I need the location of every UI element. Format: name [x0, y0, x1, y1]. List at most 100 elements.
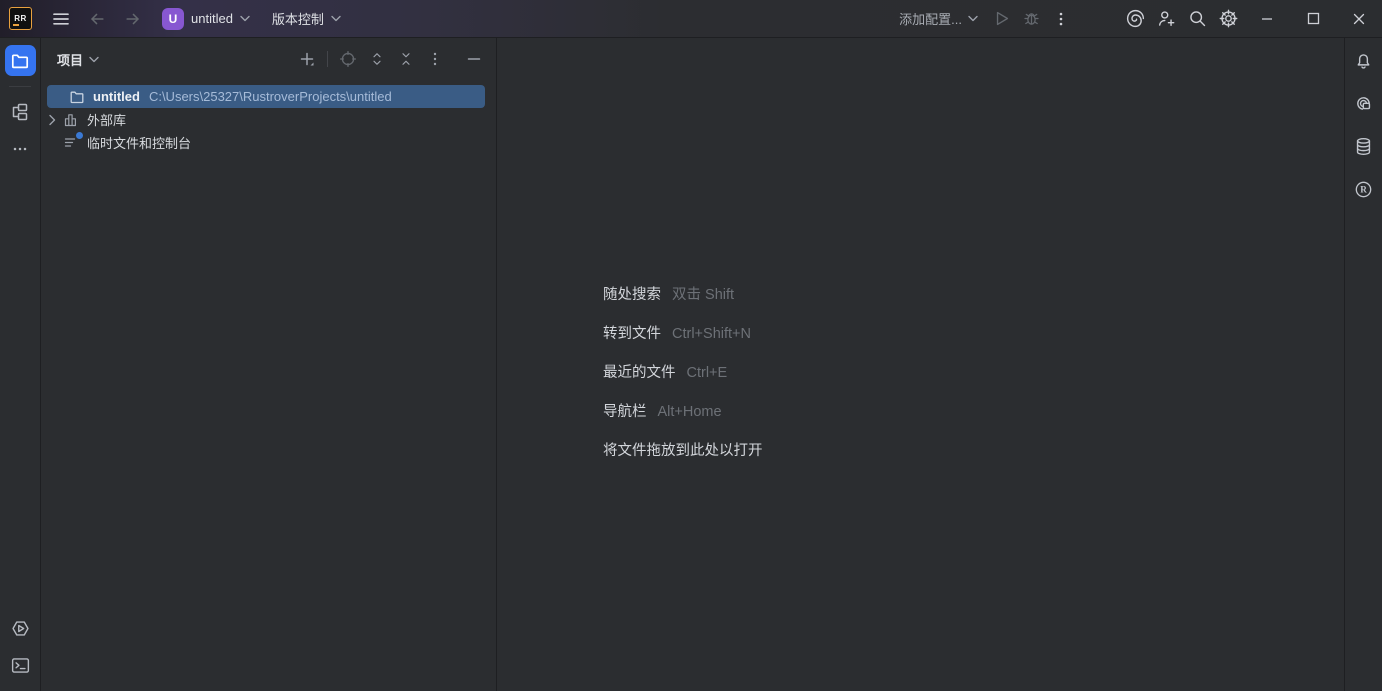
editor-empty-area: 随处搜索 双击 Shift 转到文件 Ctrl+Shift+N 最近的文件 Ct… — [497, 38, 1344, 691]
run-button[interactable] — [986, 4, 1016, 34]
tree-row-project-root[interactable]: untitled C:\Users\25327\RustroverProject… — [47, 85, 485, 108]
gear-icon — [1218, 8, 1239, 29]
back-button[interactable] — [82, 4, 112, 34]
shortcut-keys: Ctrl+Shift+N — [672, 326, 751, 342]
ai-assistant-button[interactable] — [1120, 4, 1151, 34]
window-maximize-button[interactable] — [1290, 0, 1336, 38]
titlebar-right: 添加配置... — [891, 0, 1382, 37]
back-arrow-icon — [87, 9, 107, 29]
ai-chat-icon — [1353, 93, 1374, 114]
shortcut-keys: 双击 Shift — [672, 283, 734, 304]
folder-icon — [10, 51, 30, 71]
shortcut-label: 导航栏 — [603, 400, 647, 421]
more-actions-button[interactable] — [1046, 4, 1076, 34]
titlebar-left: RR U untitled 版本控制 — [0, 4, 349, 34]
tool-window-structure-button[interactable] — [5, 96, 36, 127]
forward-button[interactable] — [118, 4, 148, 34]
shortcut-label: 随处搜索 — [603, 283, 661, 304]
play-icon — [992, 9, 1011, 28]
project-selector[interactable]: U untitled — [154, 4, 258, 34]
ai-chat-button[interactable] — [1351, 90, 1377, 116]
debug-button[interactable] — [1016, 4, 1046, 34]
run-configuration-selector[interactable]: 添加配置... — [891, 4, 986, 34]
project-name: untitled — [191, 11, 233, 26]
tool-window-terminal-button[interactable] — [5, 650, 36, 681]
notifications-button[interactable] — [1351, 47, 1377, 73]
main-menu-button[interactable] — [46, 4, 76, 34]
shortcut-goto-file: 转到文件 Ctrl+Shift+N — [603, 322, 763, 343]
settings-button[interactable] — [1213, 4, 1244, 34]
project-panel-actions — [295, 47, 486, 71]
maximize-icon — [1307, 12, 1320, 25]
titlebar: RR U untitled 版本控制 添加配置... — [0, 0, 1382, 38]
right-tool-rail: R — [1344, 38, 1382, 691]
left-rail-bottom — [5, 613, 36, 691]
expand-all-icon — [368, 50, 386, 68]
project-panel-title-widget[interactable]: 项目 — [57, 50, 99, 69]
shortcut-recent-files: 最近的文件 Ctrl+E — [603, 361, 763, 382]
vcs-label: 版本控制 — [272, 9, 324, 28]
project-panel-title: 项目 — [57, 50, 83, 69]
shortcut-hints: 随处搜索 双击 Shift 转到文件 Ctrl+Shift+N 最近的文件 Ct… — [603, 283, 763, 460]
hide-panel-button[interactable] — [462, 47, 486, 71]
project-root-name: untitled — [93, 89, 140, 104]
shortcut-keys: Alt+Home — [658, 404, 722, 420]
drop-files-hint: 将文件拖放到此处以打开 — [603, 439, 763, 460]
rustrover-logo-text: RR — [14, 14, 27, 23]
search-everywhere-button[interactable] — [1182, 4, 1213, 34]
libraries-icon — [63, 112, 80, 128]
tree-row-scratches[interactable]: 临时文件和控制台 — [41, 131, 496, 154]
shortcut-label: 最近的文件 — [603, 361, 676, 382]
database-icon — [1353, 136, 1374, 157]
window-minimize-button[interactable] — [1244, 0, 1290, 38]
hamburger-icon — [51, 9, 71, 29]
close-icon — [1352, 12, 1366, 26]
shortcut-keys: Ctrl+E — [687, 365, 728, 381]
run-hexagon-icon — [10, 618, 31, 639]
ellipsis-icon — [11, 140, 29, 158]
project-avatar-letter: U — [169, 12, 178, 26]
expand-all-button[interactable] — [365, 47, 389, 71]
rail-divider — [9, 86, 31, 87]
kebab-menu-icon — [427, 51, 443, 67]
cargo-rust-icon: R — [1353, 179, 1374, 200]
actions-divider — [327, 51, 328, 67]
left-tool-rail — [0, 38, 41, 691]
shortcut-label: 将文件拖放到此处以打开 — [603, 439, 763, 460]
new-item-button[interactable] — [295, 47, 319, 71]
project-avatar: U — [162, 8, 184, 30]
scratch-files-icon — [63, 135, 80, 151]
tool-window-run-button[interactable] — [5, 613, 36, 644]
svg-text:R: R — [1360, 184, 1367, 194]
cargo-button[interactable]: R — [1351, 176, 1377, 202]
tree-row-external-libraries[interactable]: 外部库 — [41, 108, 496, 131]
project-panel: 项目 — [41, 38, 497, 691]
panel-options-button[interactable] — [423, 47, 447, 71]
scratch-badge — [75, 131, 84, 140]
chevron-down-icon — [331, 15, 341, 22]
collapse-all-button[interactable] — [394, 47, 418, 71]
plus-dropdown-icon — [298, 50, 316, 68]
bug-icon — [1022, 9, 1041, 28]
window-close-button[interactable] — [1336, 0, 1382, 38]
forward-arrow-icon — [123, 9, 143, 29]
rustrover-window: RR U untitled 版本控制 添加配置... — [0, 0, 1382, 691]
code-with-me-button[interactable] — [1151, 4, 1182, 34]
kebab-menu-icon — [1053, 11, 1069, 27]
add-user-icon — [1156, 8, 1177, 29]
vcs-widget[interactable]: 版本控制 — [264, 4, 349, 34]
chevron-down-icon — [968, 15, 978, 22]
shortcut-navigation-bar: 导航栏 Alt+Home — [603, 400, 763, 421]
tool-window-project-button[interactable] — [5, 45, 36, 76]
project-tree: untitled C:\Users\25327\RustroverProject… — [41, 80, 496, 154]
select-opened-file-button[interactable] — [336, 47, 360, 71]
collapse-all-icon — [397, 50, 415, 68]
external-libraries-label: 外部库 — [87, 110, 126, 129]
database-button[interactable] — [1351, 133, 1377, 159]
minimize-icon — [1260, 12, 1274, 26]
folder-icon — [69, 89, 86, 105]
more-tool-windows-button[interactable] — [5, 133, 36, 164]
chevron-right-icon[interactable] — [41, 114, 63, 126]
project-root-path: C:\Users\25327\RustroverProjects\untitle… — [149, 89, 392, 104]
minus-icon — [466, 51, 482, 67]
